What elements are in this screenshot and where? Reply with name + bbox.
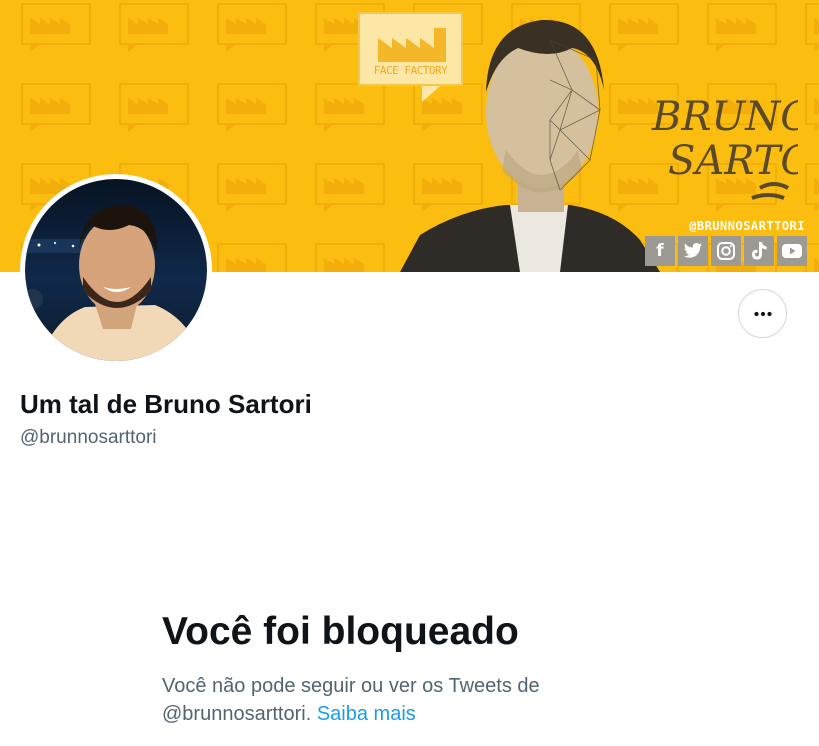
avatar-photo bbox=[25, 179, 207, 361]
brand-logo: FACE FACTORY bbox=[358, 12, 463, 86]
banner-handle-text: @BRUNNOSARTTORI bbox=[689, 219, 805, 233]
twitter-icon bbox=[678, 236, 708, 266]
blocked-message: Você não pode seguir ou ver os Tweets de… bbox=[162, 672, 592, 728]
blocked-message-line1: Você não pode seguir ou ver os Tweets de bbox=[162, 675, 540, 697]
signature-first-name: BRUNO bbox=[651, 94, 798, 140]
profile-handle: @brunnosarttori bbox=[20, 427, 157, 448]
profile-display-name: Um tal de Bruno Sartori bbox=[20, 389, 312, 419]
blocked-message-handle: @brunnosarttori. bbox=[162, 703, 312, 725]
youtube-icon bbox=[777, 236, 807, 266]
signature-last-name: SARTORI bbox=[668, 138, 798, 184]
blocked-title: Você foi bloqueado bbox=[162, 610, 519, 653]
banner-social-icons: f bbox=[645, 236, 807, 266]
profile-avatar[interactable] bbox=[20, 174, 212, 366]
facebook-icon: f bbox=[645, 236, 675, 266]
tiktok-icon bbox=[744, 236, 774, 266]
more-options-button[interactable] bbox=[738, 289, 787, 338]
factory-logo-icon bbox=[378, 28, 446, 62]
instagram-icon bbox=[711, 236, 741, 266]
learn-more-link[interactable]: Saiba mais bbox=[317, 703, 416, 725]
brand-logo-tail bbox=[422, 86, 440, 102]
brand-logo-text: FACE FACTORY bbox=[373, 64, 448, 77]
banner-signature: BRUNO SARTORI bbox=[651, 94, 798, 200]
more-horizontal-icon bbox=[753, 311, 772, 316]
